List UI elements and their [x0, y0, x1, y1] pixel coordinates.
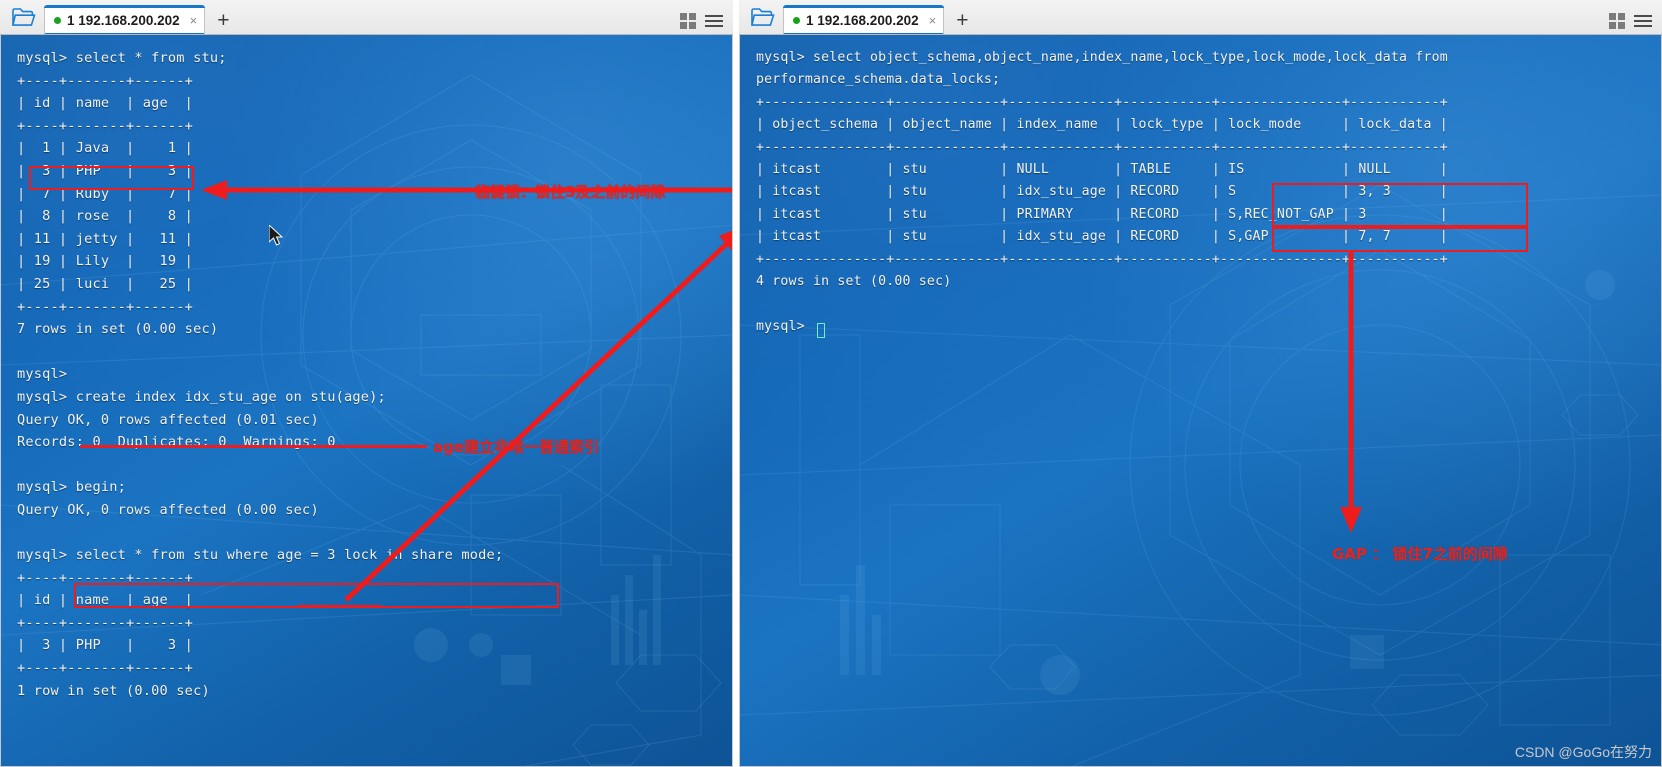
- left-new-tab-button[interactable]: +: [205, 10, 241, 34]
- grid-view-icon[interactable]: [1609, 13, 1625, 29]
- tab-status-dot: [793, 16, 800, 24]
- right-tab-bar: 1 192.168.200.202 × +: [739, 0, 1662, 35]
- left-terminal-window: 1 192.168.200.202 × + mysql> select * fr…: [0, 0, 733, 767]
- tab-status-dot: [54, 16, 61, 24]
- left-tab-bar: 1 192.168.200.202 × +: [0, 0, 733, 35]
- left-console-area: mysql> select * from stu; +----+-------+…: [1, 35, 732, 702]
- folder-open-icon[interactable]: [4, 1, 44, 34]
- left-tabbar-controls: [680, 13, 733, 34]
- right-tabbar-controls: [1609, 13, 1662, 34]
- right-terminal-body[interactable]: mysql> select object_schema,object_name,…: [739, 35, 1662, 767]
- right-tab-title: 1 192.168.200.202: [806, 12, 919, 28]
- right-terminal-window: 1 192.168.200.202 × + mysql> select obje…: [739, 0, 1662, 767]
- annotation-gap-note: GAP ： 锁住7之前的间隙: [1332, 545, 1508, 563]
- right-new-tab-button[interactable]: +: [944, 10, 980, 34]
- tab-close-icon[interactable]: ×: [190, 14, 198, 27]
- terminal-cursor: [817, 323, 825, 338]
- grid-view-icon[interactable]: [680, 13, 696, 29]
- tab-close-icon[interactable]: ×: [929, 14, 937, 27]
- left-console-text: mysql> select * from stu; +----+-------+…: [17, 50, 504, 699]
- folder-open-icon[interactable]: [743, 1, 783, 34]
- folder-open-icon-svg: [12, 8, 36, 26]
- screenshot-root: 1 192.168.200.202 × + mysql> select * fr…: [0, 0, 1662, 767]
- watermark-text: CSDN @GoGo在努力: [1514, 744, 1652, 760]
- right-tab-active[interactable]: 1 192.168.200.202 ×: [783, 5, 945, 34]
- left-terminal-body[interactable]: mysql> select * from stu; +----+-------+…: [0, 35, 733, 767]
- hamburger-menu-icon[interactable]: [705, 15, 723, 27]
- folder-open-icon-svg: [751, 8, 775, 26]
- left-tab-title: 1 192.168.200.202: [67, 12, 180, 28]
- right-console-text: mysql> select object_schema,object_name,…: [756, 50, 1448, 334]
- hamburger-menu-icon[interactable]: [1634, 15, 1652, 27]
- left-tab-active[interactable]: 1 192.168.200.202 ×: [44, 5, 206, 34]
- right-console-area: mysql> select object_schema,object_name,…: [740, 35, 1661, 338]
